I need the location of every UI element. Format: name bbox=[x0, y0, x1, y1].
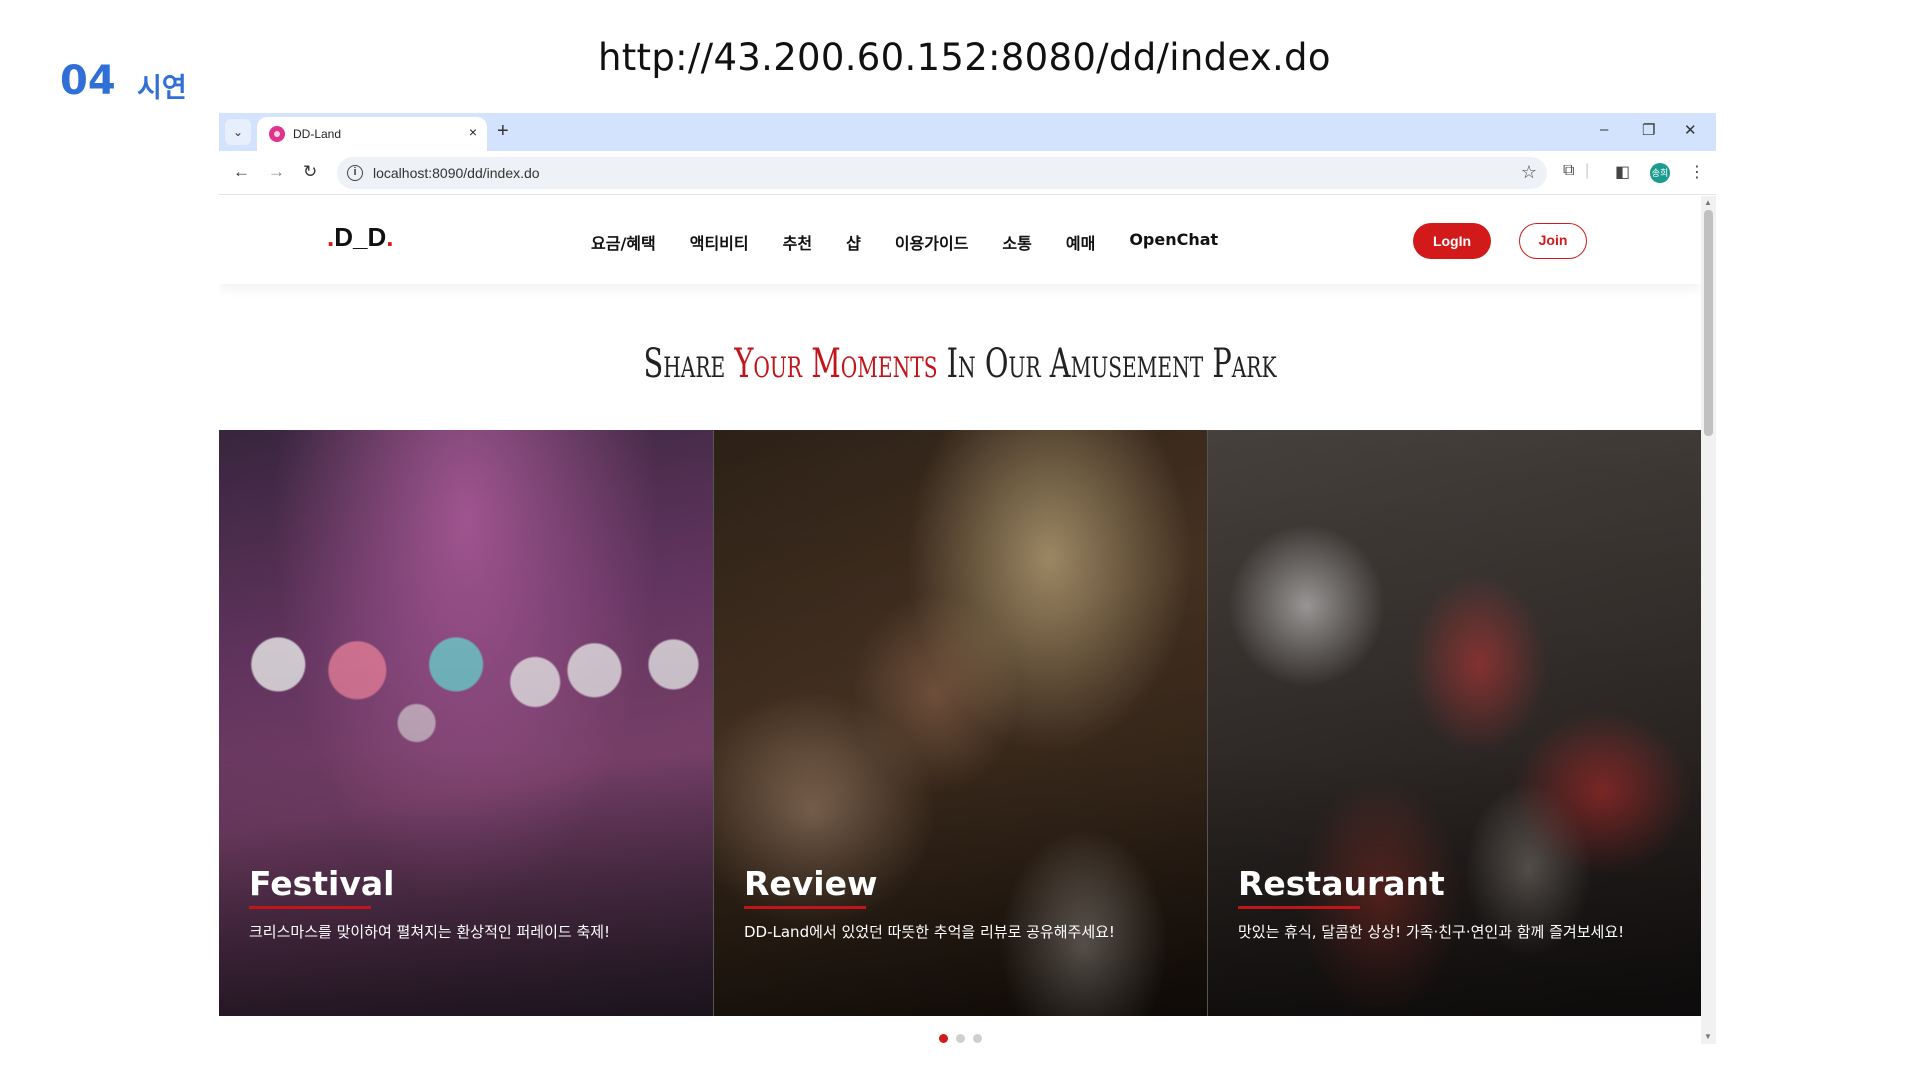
site-header: .D_D. 요금/혜택 액티비티 추천 샵 이용가이드 소통 예매 OpenCh… bbox=[219, 196, 1701, 284]
card-underline bbox=[1238, 906, 1360, 909]
card-description: 맛있는 휴식, 달콤한 상상! 가족·친구·연인과 함께 즐겨보세요! bbox=[1238, 923, 1625, 941]
minimize-button[interactable]: – bbox=[1600, 121, 1608, 138]
site-logo[interactable]: .D_D. bbox=[327, 222, 393, 253]
card-review[interactable]: Review DD-Land에서 있었던 따뜻한 추억을 리뷰로 공유해주세요! bbox=[713, 430, 1207, 1016]
new-tab-button[interactable]: + bbox=[497, 120, 509, 143]
reload-icon[interactable]: ↻ bbox=[303, 162, 317, 182]
extensions-icon[interactable]: ⧉ bbox=[1563, 162, 1574, 180]
scroll-thumb[interactable] bbox=[1704, 210, 1713, 436]
back-icon[interactable]: ← bbox=[233, 162, 250, 182]
page-headline: Share Your Moments In Our Amusement Park bbox=[643, 341, 1277, 387]
forward-icon[interactable]: → bbox=[268, 162, 285, 182]
card-underline bbox=[744, 906, 866, 909]
browser-window: ⌄ DD-Land × + – ❐ ✕ ← → ↻ i localhost:80… bbox=[219, 113, 1716, 1044]
favicon-icon bbox=[269, 126, 285, 142]
login-button[interactable]: LogIn bbox=[1413, 223, 1491, 259]
card-title: Restaurant bbox=[1238, 864, 1445, 903]
tab-strip: ⌄ DD-Land × + – ❐ ✕ bbox=[219, 113, 1716, 151]
scroll-down-icon[interactable]: ▼ bbox=[1704, 1032, 1712, 1041]
toolbar-divider: | bbox=[1585, 162, 1590, 179]
main-menu: 요금/혜택 액티비티 추천 샵 이용가이드 소통 예매 OpenChat bbox=[591, 230, 1252, 254]
card-underline bbox=[249, 906, 371, 909]
card-description: DD-Land에서 있었던 따뜻한 추억을 리뷰로 공유해주세요! bbox=[744, 923, 1115, 941]
menu-item-guide[interactable]: 이용가이드 bbox=[895, 230, 969, 254]
tab-title: DD-Land bbox=[293, 127, 342, 141]
menu-item-shop[interactable]: 샵 bbox=[846, 230, 861, 254]
profile-avatar[interactable]: 송희 bbox=[1650, 163, 1670, 183]
tab-close-icon[interactable]: × bbox=[469, 124, 477, 140]
close-window-button[interactable]: ✕ bbox=[1684, 121, 1697, 139]
url-caption: http://43.200.60.152:8080/dd/index.do bbox=[598, 36, 1331, 79]
scroll-up-icon[interactable]: ▲ bbox=[1704, 198, 1712, 207]
card-festival[interactable]: Festival 크리스마스를 맞이하여 펼쳐지는 환상적인 퍼레이드 축제! bbox=[219, 430, 713, 1016]
address-bar[interactable]: i localhost:8090/dd/index.do ☆ bbox=[337, 157, 1547, 189]
page-viewport: .D_D. 요금/혜택 액티비티 추천 샵 이용가이드 소통 예매 OpenCh… bbox=[219, 196, 1716, 1044]
browser-toolbar: ← → ↻ i localhost:8090/dd/index.do ☆ ⧉ |… bbox=[219, 151, 1716, 195]
menu-item-activity[interactable]: 액티비티 bbox=[690, 230, 749, 254]
slide-title: 시연 bbox=[137, 73, 187, 104]
card-description: 크리스마스를 맞이하여 펼쳐지는 환상적인 퍼레이드 축제! bbox=[249, 923, 611, 941]
browser-tab[interactable]: DD-Land × bbox=[257, 117, 487, 151]
carousel-indicators bbox=[939, 1034, 982, 1043]
carousel-dot-3[interactable] bbox=[973, 1034, 982, 1043]
tab-list-icon[interactable]: ⌄ bbox=[225, 119, 251, 145]
join-button[interactable]: Join bbox=[1519, 223, 1587, 259]
menu-item-pricing[interactable]: 요금/혜택 bbox=[591, 230, 656, 254]
slide-number: 04 bbox=[60, 58, 116, 104]
menu-item-community[interactable]: 소통 bbox=[1002, 230, 1031, 254]
bookmark-star-icon[interactable]: ☆ bbox=[1521, 162, 1537, 183]
site-info-icon[interactable]: i bbox=[347, 165, 363, 181]
more-menu-icon[interactable]: ⋮ bbox=[1689, 162, 1705, 182]
side-panel-icon[interactable]: ◧ bbox=[1615, 162, 1630, 182]
card-title: Festival bbox=[249, 864, 395, 903]
page-scrollbar[interactable]: ▲ ▼ bbox=[1701, 196, 1716, 1044]
menu-item-openchat[interactable]: OpenChat bbox=[1129, 230, 1218, 254]
menu-item-recommend[interactable]: 추천 bbox=[783, 230, 812, 254]
card-restaurant[interactable]: Restaurant 맛있는 휴식, 달콤한 상상! 가족·친구·연인과 함께 … bbox=[1207, 430, 1701, 1016]
address-url[interactable]: localhost:8090/dd/index.do bbox=[373, 165, 540, 181]
menu-item-booking[interactable]: 예매 bbox=[1066, 230, 1095, 254]
carousel-dot-2[interactable] bbox=[956, 1034, 965, 1043]
feature-cards: Festival 크리스마스를 맞이하여 펼쳐지는 환상적인 퍼레이드 축제! … bbox=[219, 430, 1701, 1016]
carousel-dot-1[interactable] bbox=[939, 1034, 948, 1043]
restore-button[interactable]: ❐ bbox=[1642, 121, 1655, 139]
card-title: Review bbox=[744, 864, 878, 903]
